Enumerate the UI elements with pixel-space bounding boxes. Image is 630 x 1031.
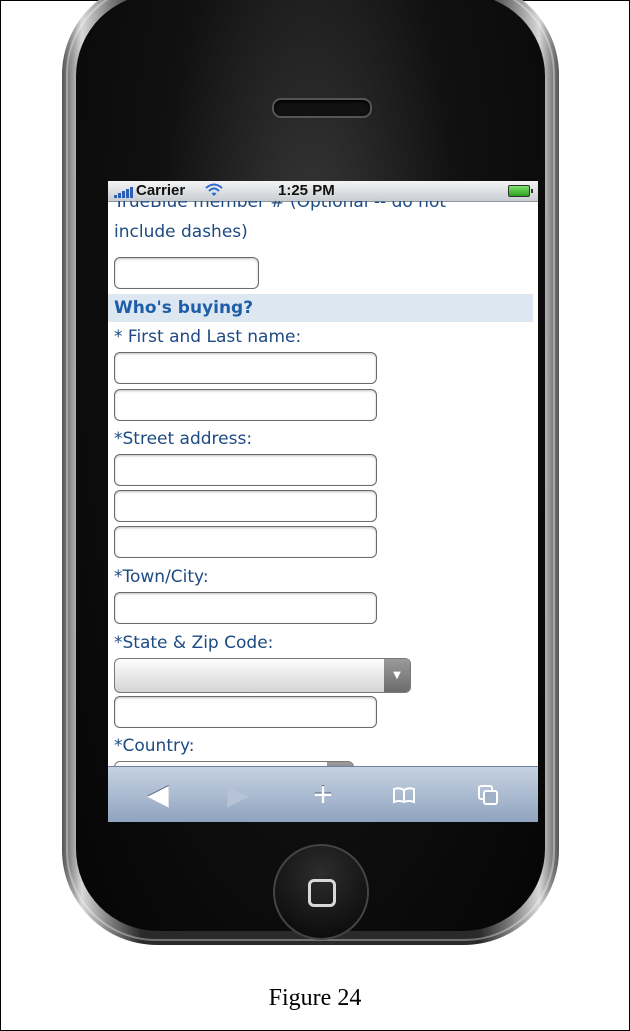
street-address-label: *Street address: <box>114 429 253 449</box>
wifi-icon <box>205 183 223 198</box>
status-bar: Carrier 1:25 PM <box>108 181 538 202</box>
last-name-input[interactable] <box>114 389 377 421</box>
section-heading: Who's buying? <box>108 294 533 322</box>
member-number-label-cont: include dashes) <box>114 222 248 242</box>
street-address-line1-input[interactable] <box>114 454 377 486</box>
street-address-line2-input[interactable] <box>114 490 377 522</box>
battery-icon <box>508 185 533 197</box>
home-button[interactable] <box>273 844 369 940</box>
add-bookmark-icon[interactable]: + <box>303 778 343 812</box>
street-address-line3-input[interactable] <box>114 526 377 558</box>
state-zip-label: *State & Zip Code: <box>114 633 274 653</box>
name-label: * First and Last name: <box>114 327 302 347</box>
checkout-form: TrueBlue member # (Optional -- do not in… <box>108 201 538 766</box>
earpiece-speaker <box>272 98 372 118</box>
figure-caption: Figure 24 <box>268 985 362 1011</box>
forward-icon[interactable]: ▶ <box>218 779 258 811</box>
country-label: *Country: <box>114 736 195 756</box>
phone-screen: Carrier 1:25 PM TrueBlue member # (Optio… <box>108 181 538 822</box>
signal-strength-icon <box>114 186 134 198</box>
back-icon[interactable]: ◀ <box>138 779 178 811</box>
zip-code-input[interactable] <box>114 696 377 728</box>
town-city-label: *Town/City: <box>114 567 209 587</box>
carrier-name: Carrier <box>136 182 186 199</box>
town-city-input[interactable] <box>114 592 377 624</box>
home-square-icon <box>308 879 336 907</box>
first-name-input[interactable] <box>114 352 377 384</box>
pages-icon[interactable] <box>468 779 508 811</box>
dropdown-arrow-icon: ▼ <box>384 659 410 692</box>
safari-toolbar: ◀ ▶ + <box>108 766 538 822</box>
status-time: 1:25 PM <box>278 182 335 199</box>
member-number-input[interactable] <box>114 257 259 289</box>
state-select[interactable]: ▼ <box>114 658 411 693</box>
bookmarks-icon[interactable] <box>384 779 424 811</box>
member-number-label: TrueBlue member # (Optional -- do not <box>114 201 447 212</box>
